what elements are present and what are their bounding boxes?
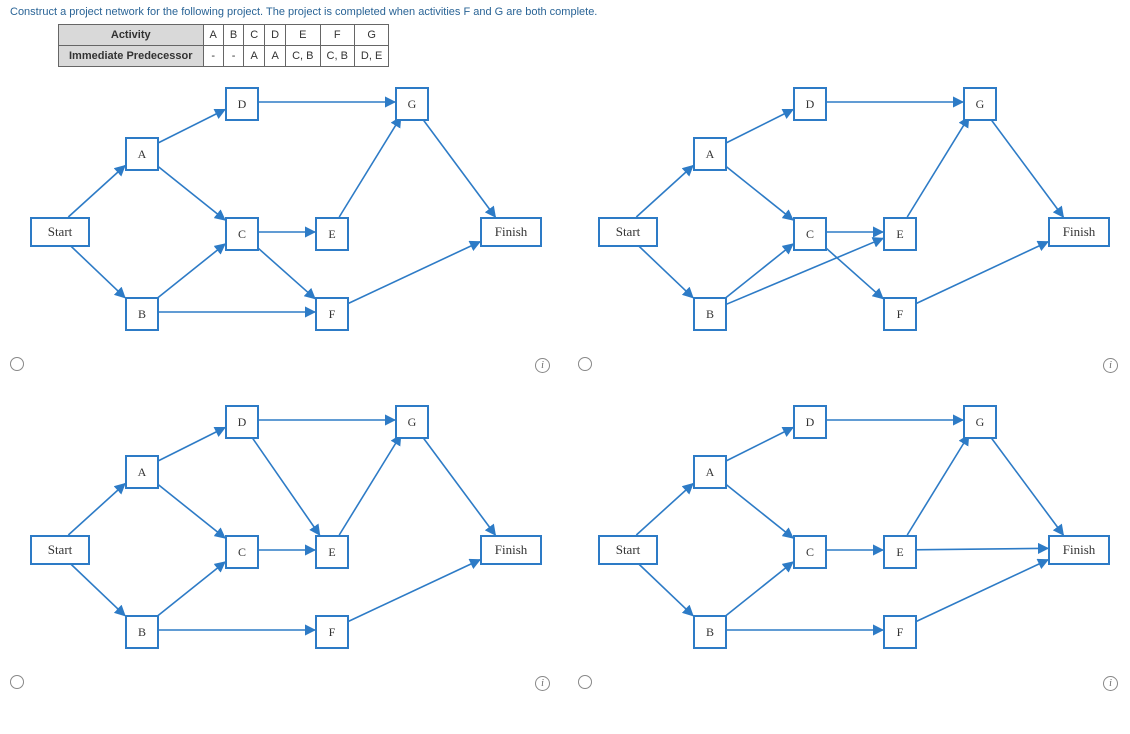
network-diagram: Start A B D C E F G Finish (598, 77, 1118, 377)
edge-B-C (155, 562, 225, 618)
node-finish: Finish (1048, 217, 1110, 247)
edge-A-D (155, 428, 225, 463)
node-finish: Finish (480, 217, 542, 247)
edge-Start-B (636, 561, 693, 616)
node-c: C (793, 217, 827, 251)
edge-A-D (723, 428, 793, 463)
node-e: E (883, 217, 917, 251)
edge-A-C (155, 164, 225, 220)
node-start: Start (30, 535, 90, 565)
row-header-predecessor: Immediate Predecessor (59, 46, 204, 67)
node-b: B (693, 297, 727, 331)
edge-E-G (339, 435, 401, 535)
node-d: D (793, 405, 827, 439)
col-A: A (203, 25, 223, 46)
node-c: C (225, 535, 259, 569)
pred-G: D, E (354, 46, 388, 67)
node-a: A (125, 455, 159, 489)
network-diagram: Start A B D C E F G Finish (30, 77, 550, 377)
node-b: B (125, 615, 159, 649)
question-text: Construct a project network for the foll… (10, 6, 1120, 18)
edge-G-Finish (989, 435, 1063, 535)
answer-radio[interactable] (578, 357, 592, 371)
edge-C-F (823, 245, 883, 298)
node-start: Start (598, 217, 658, 247)
node-f: F (883, 615, 917, 649)
edge-Start-A (636, 166, 693, 217)
network-diagram: Start A B D C E F G Finish (598, 395, 1118, 695)
node-d: D (225, 405, 259, 439)
node-start: Start (30, 217, 90, 247)
col-G: G (354, 25, 388, 46)
edge-F-Finish (913, 560, 1048, 623)
answer-radio[interactable] (10, 357, 24, 371)
pred-E: C, B (286, 46, 320, 67)
edge-Start-B (636, 243, 693, 298)
edge-E-G (339, 117, 401, 217)
edge-E-G (907, 435, 969, 535)
node-c: C (225, 217, 259, 251)
edge-A-D (723, 110, 793, 145)
pred-C: A (244, 46, 265, 67)
node-a: A (693, 455, 727, 489)
pred-F: C, B (320, 46, 354, 67)
edge-C-F (255, 245, 315, 298)
edge-B-C (155, 244, 225, 300)
node-b: B (125, 297, 159, 331)
col-D: D (265, 25, 286, 46)
edge-F-Finish (913, 242, 1048, 305)
edge-A-C (723, 482, 793, 538)
edge-Start-A (68, 484, 125, 535)
predecessor-table: Activity A B C D E F G Immediate Predece… (58, 24, 389, 67)
edge-A-C (155, 482, 225, 538)
edge-G-Finish (421, 117, 495, 217)
col-E: E (286, 25, 320, 46)
node-d: D (793, 87, 827, 121)
node-d: D (225, 87, 259, 121)
edge-Start-B (68, 561, 125, 616)
node-b: B (693, 615, 727, 649)
node-e: E (315, 217, 349, 251)
node-g: G (395, 87, 429, 121)
node-start: Start (598, 535, 658, 565)
col-B: B (223, 25, 243, 46)
col-C: C (244, 25, 265, 46)
edge-A-D (155, 110, 225, 145)
edge-Start-A (68, 166, 125, 217)
answer-radio[interactable] (10, 675, 24, 689)
node-a: A (693, 137, 727, 171)
pred-D: A (265, 46, 286, 67)
node-e: E (315, 535, 349, 569)
node-c: C (793, 535, 827, 569)
edge-G-Finish (421, 435, 495, 535)
node-g: G (395, 405, 429, 439)
network-diagram: Start A B D C E F G Finish (30, 395, 550, 695)
edge-B-C (723, 562, 793, 618)
edge-G-Finish (989, 117, 1063, 217)
node-g: G (963, 405, 997, 439)
node-g: G (963, 87, 997, 121)
node-f: F (883, 297, 917, 331)
col-F: F (320, 25, 354, 46)
edge-E-Finish (913, 548, 1048, 550)
node-f: F (315, 615, 349, 649)
edge-D-E (250, 435, 319, 535)
pred-B: - (223, 46, 243, 67)
pred-A: - (203, 46, 223, 67)
node-finish: Finish (480, 535, 542, 565)
row-header-activity: Activity (59, 25, 204, 46)
node-e: E (883, 535, 917, 569)
edge-A-C (723, 164, 793, 220)
answer-radio[interactable] (578, 675, 592, 689)
edge-E-G (907, 117, 969, 217)
edge-F-Finish (345, 242, 480, 305)
node-finish: Finish (1048, 535, 1110, 565)
edge-Start-A (636, 484, 693, 535)
node-a: A (125, 137, 159, 171)
edge-F-Finish (345, 560, 480, 623)
node-f: F (315, 297, 349, 331)
edge-Start-B (68, 243, 125, 298)
